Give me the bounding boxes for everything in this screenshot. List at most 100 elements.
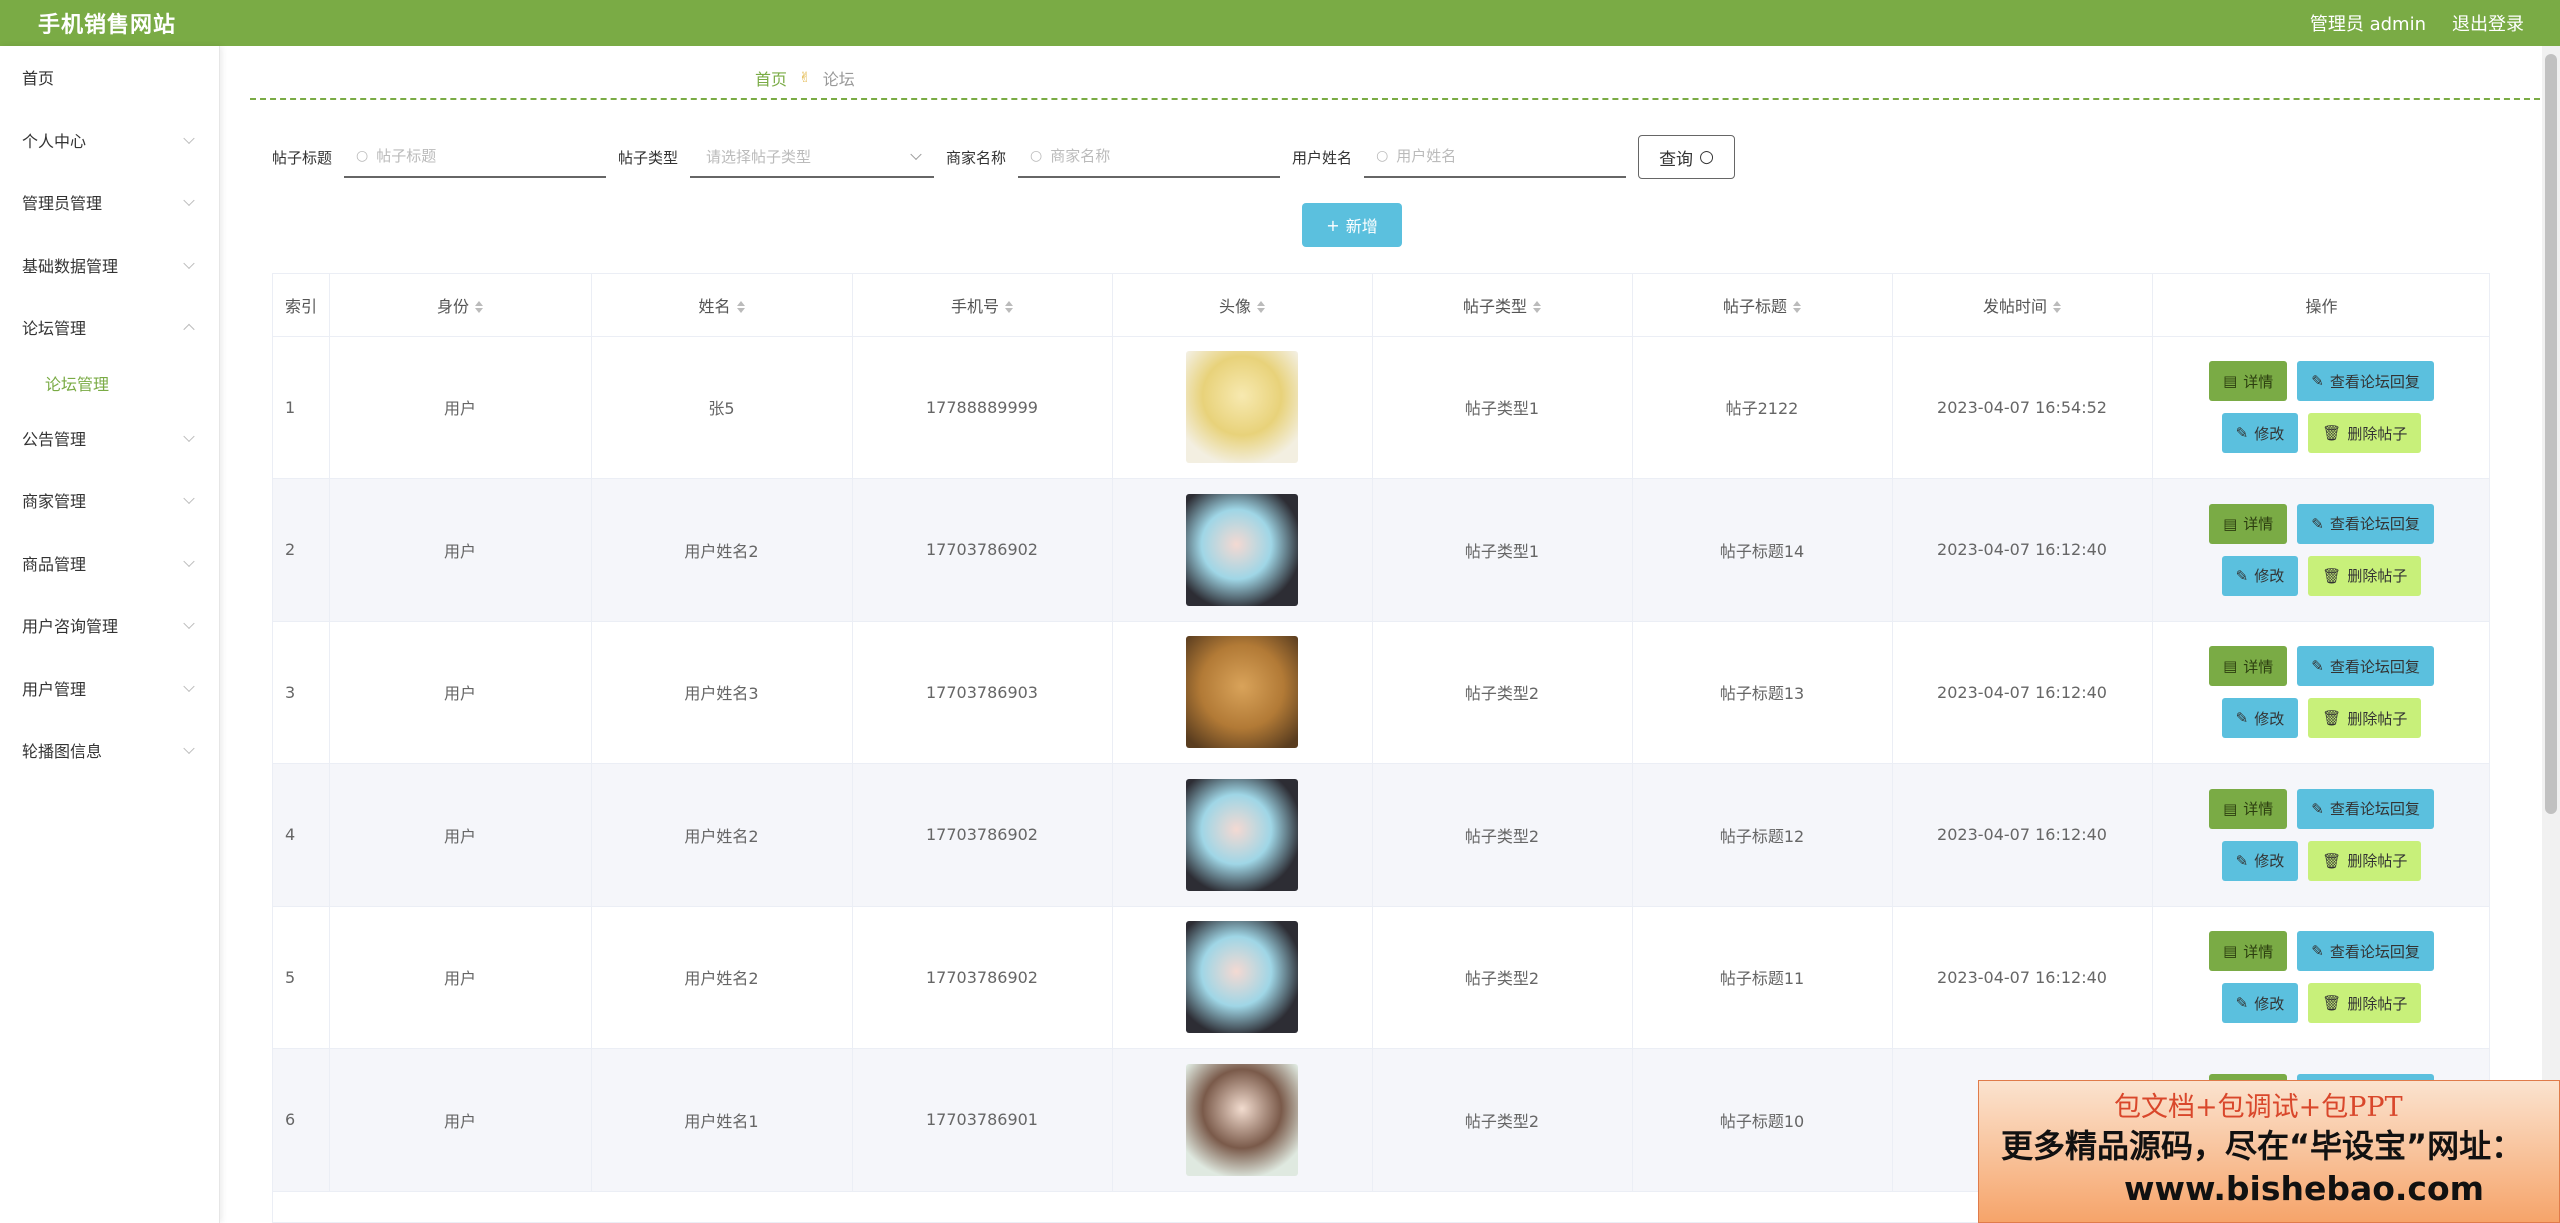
cell-title: 帖子标题14 <box>1632 478 1893 622</box>
delete-button[interactable]: 🗑删除帖子 <box>2308 413 2422 454</box>
search-icon: ○ <box>1030 148 1043 164</box>
watermark-line3: www.bishebao.com <box>2124 1169 2485 1208</box>
col-index: 索引 <box>273 274 330 337</box>
admin-user[interactable]: 管理员 admin <box>2310 10 2426 36</box>
avatar[interactable] <box>1186 1063 1298 1176</box>
shop-label: 商家名称 <box>946 148 1007 167</box>
cell-title: 帖子标题11 <box>1632 906 1893 1049</box>
table-row: 5 用户 用户姓名2 17703786902 帖子类型2 帖子标题11 2023-04-07… <box>273 906 2489 1049</box>
sidebar-item-admin[interactable]: 管理员管理 <box>0 171 219 234</box>
trash-icon: 🗑 <box>2322 424 2342 443</box>
avatar[interactable] <box>1186 921 1298 1034</box>
type-placeholder: 请选择帖子类型 <box>706 147 812 166</box>
sidebar-item-forum[interactable]: 论坛管理 <box>0 296 219 359</box>
avatar[interactable] <box>1186 778 1298 891</box>
sidebar-item-basic-data[interactable]: 基础数据管理 <box>0 234 219 297</box>
edit-button[interactable]: ✎修改 <box>2221 840 2299 881</box>
view-reply-button[interactable]: ✎查看论坛回复 <box>2297 788 2434 829</box>
edit-button[interactable]: ✎修改 <box>2221 983 2299 1024</box>
col-title[interactable]: 帖子标题 <box>1632 274 1893 337</box>
cell-name: 张5 <box>591 336 853 479</box>
sidebar-item-user[interactable]: 用户管理 <box>0 657 219 720</box>
shop-field: ○ <box>1018 136 1281 178</box>
delete-button[interactable]: 🗑删除帖子 <box>2308 555 2422 596</box>
cell-title: 帖子2122 <box>1632 336 1893 479</box>
scrollbar[interactable] <box>2542 46 2560 1223</box>
title-input[interactable] <box>376 147 577 165</box>
cell-phone: 17703786901 <box>852 1048 1113 1192</box>
scroll-thumb[interactable] <box>2545 54 2557 814</box>
sort-icon[interactable] <box>736 299 745 315</box>
sidebar-item-goods[interactable]: 商品管理 <box>0 532 219 595</box>
user-input[interactable] <box>1396 147 1597 165</box>
sort-icon[interactable] <box>475 299 483 315</box>
delete-button[interactable]: 🗑删除帖子 <box>2308 698 2422 739</box>
cell-type: 帖子类型2 <box>1372 621 1633 764</box>
document-icon: ▤ <box>2223 799 2238 818</box>
title-label: 帖子标题 <box>272 148 333 167</box>
edit-button[interactable]: ✎修改 <box>2221 698 2299 739</box>
edit-button[interactable]: ✎修改 <box>2221 555 2299 596</box>
sidebar-item-consult[interactable]: 用户咨询管理 <box>0 594 219 657</box>
cell-index: 4 <box>273 763 330 907</box>
sidebar-item-notice[interactable]: 公告管理 <box>0 407 219 470</box>
search-icon: ○ <box>1699 147 1714 167</box>
detail-button[interactable]: ▤详情 <box>2209 503 2288 544</box>
col-type[interactable]: 帖子类型 <box>1372 274 1633 337</box>
title-field: ○ <box>344 136 607 178</box>
user-label: 用户姓名 <box>1292 148 1353 167</box>
cell-name: 用户姓名2 <box>591 478 853 622</box>
sidebar-item-home[interactable]: 首页 <box>0 46 219 109</box>
cell-avatar <box>1112 478 1373 622</box>
delete-button[interactable]: 🗑删除帖子 <box>2308 840 2422 881</box>
breadcrumb-home[interactable]: 首页 <box>755 66 787 90</box>
edit-button[interactable]: ✎修改 <box>2221 413 2299 454</box>
watermark-line1: 包文档+包调试+包PPT <box>2114 1092 2403 1123</box>
type-select[interactable]: 请选择帖子类型 <box>690 136 935 178</box>
shop-input[interactable] <box>1050 147 1251 165</box>
avatar[interactable] <box>1186 351 1298 464</box>
breadcrumb-current: 论坛 <box>822 70 855 89</box>
sidebar-item-profile[interactable]: 个人中心 <box>0 109 219 172</box>
view-reply-button[interactable]: ✎查看论坛回复 <box>2297 931 2434 972</box>
view-reply-button[interactable]: ✎查看论坛回复 <box>2297 503 2434 544</box>
cell-index: 1 <box>273 336 330 479</box>
cell-identity: 用户 <box>329 621 592 764</box>
search-icon: ○ <box>1376 148 1389 164</box>
cell-index: 2 <box>273 478 330 622</box>
col-avatar[interactable]: 头像 <box>1112 274 1373 337</box>
detail-button[interactable]: ▤详情 <box>2209 646 2288 687</box>
detail-button[interactable]: ▤详情 <box>2209 931 2288 972</box>
delete-button[interactable]: 🗑删除帖子 <box>2308 983 2422 1024</box>
cell-time: 2023-04-07 16:12:40 <box>1892 621 2153 764</box>
edit-icon: ✎ <box>2235 424 2249 443</box>
cell-name: 用户姓名2 <box>591 906 853 1049</box>
sort-icon[interactable] <box>1005 299 1013 315</box>
cell-time: 2023-04-07 16:12:40 <box>1892 763 2153 907</box>
sidebar-item-carousel[interactable]: 轮播图信息 <box>0 719 219 782</box>
sort-icon[interactable] <box>1793 299 1801 315</box>
cell-identity: 用户 <box>329 336 592 479</box>
detail-button[interactable]: ▤详情 <box>2209 788 2288 829</box>
trash-icon: 🗑 <box>2322 994 2342 1013</box>
col-identity[interactable]: 身份 <box>329 274 592 337</box>
sort-icon[interactable] <box>1257 299 1265 315</box>
sort-icon[interactable] <box>2053 299 2061 315</box>
logout-button[interactable]: 退出登录 <box>2452 10 2524 36</box>
cell-time: 2023-04-07 16:54:52 <box>1892 336 2153 479</box>
col-time[interactable]: 发帖时间 <box>1892 274 2153 337</box>
sort-icon[interactable] <box>1533 299 1541 315</box>
edit-icon: ✎ <box>2235 709 2249 728</box>
avatar[interactable] <box>1186 493 1298 606</box>
query-button[interactable]: 查询 ○ <box>1638 135 1735 179</box>
view-reply-button[interactable]: ✎查看论坛回复 <box>2297 646 2434 687</box>
sidebar-item-merchant[interactable]: 商家管理 <box>0 469 219 532</box>
avatar[interactable] <box>1186 636 1298 749</box>
detail-button[interactable]: ▤详情 <box>2209 361 2288 402</box>
sidebar-subitem-forum[interactable]: 论坛管理 <box>0 359 219 407</box>
edit-icon: ✎ <box>2235 851 2249 870</box>
view-reply-button[interactable]: ✎查看论坛回复 <box>2297 361 2434 402</box>
col-phone[interactable]: 手机号 <box>852 274 1113 337</box>
add-button[interactable]: + 新增 <box>1302 203 1402 247</box>
col-name[interactable]: 姓名 <box>591 274 853 337</box>
